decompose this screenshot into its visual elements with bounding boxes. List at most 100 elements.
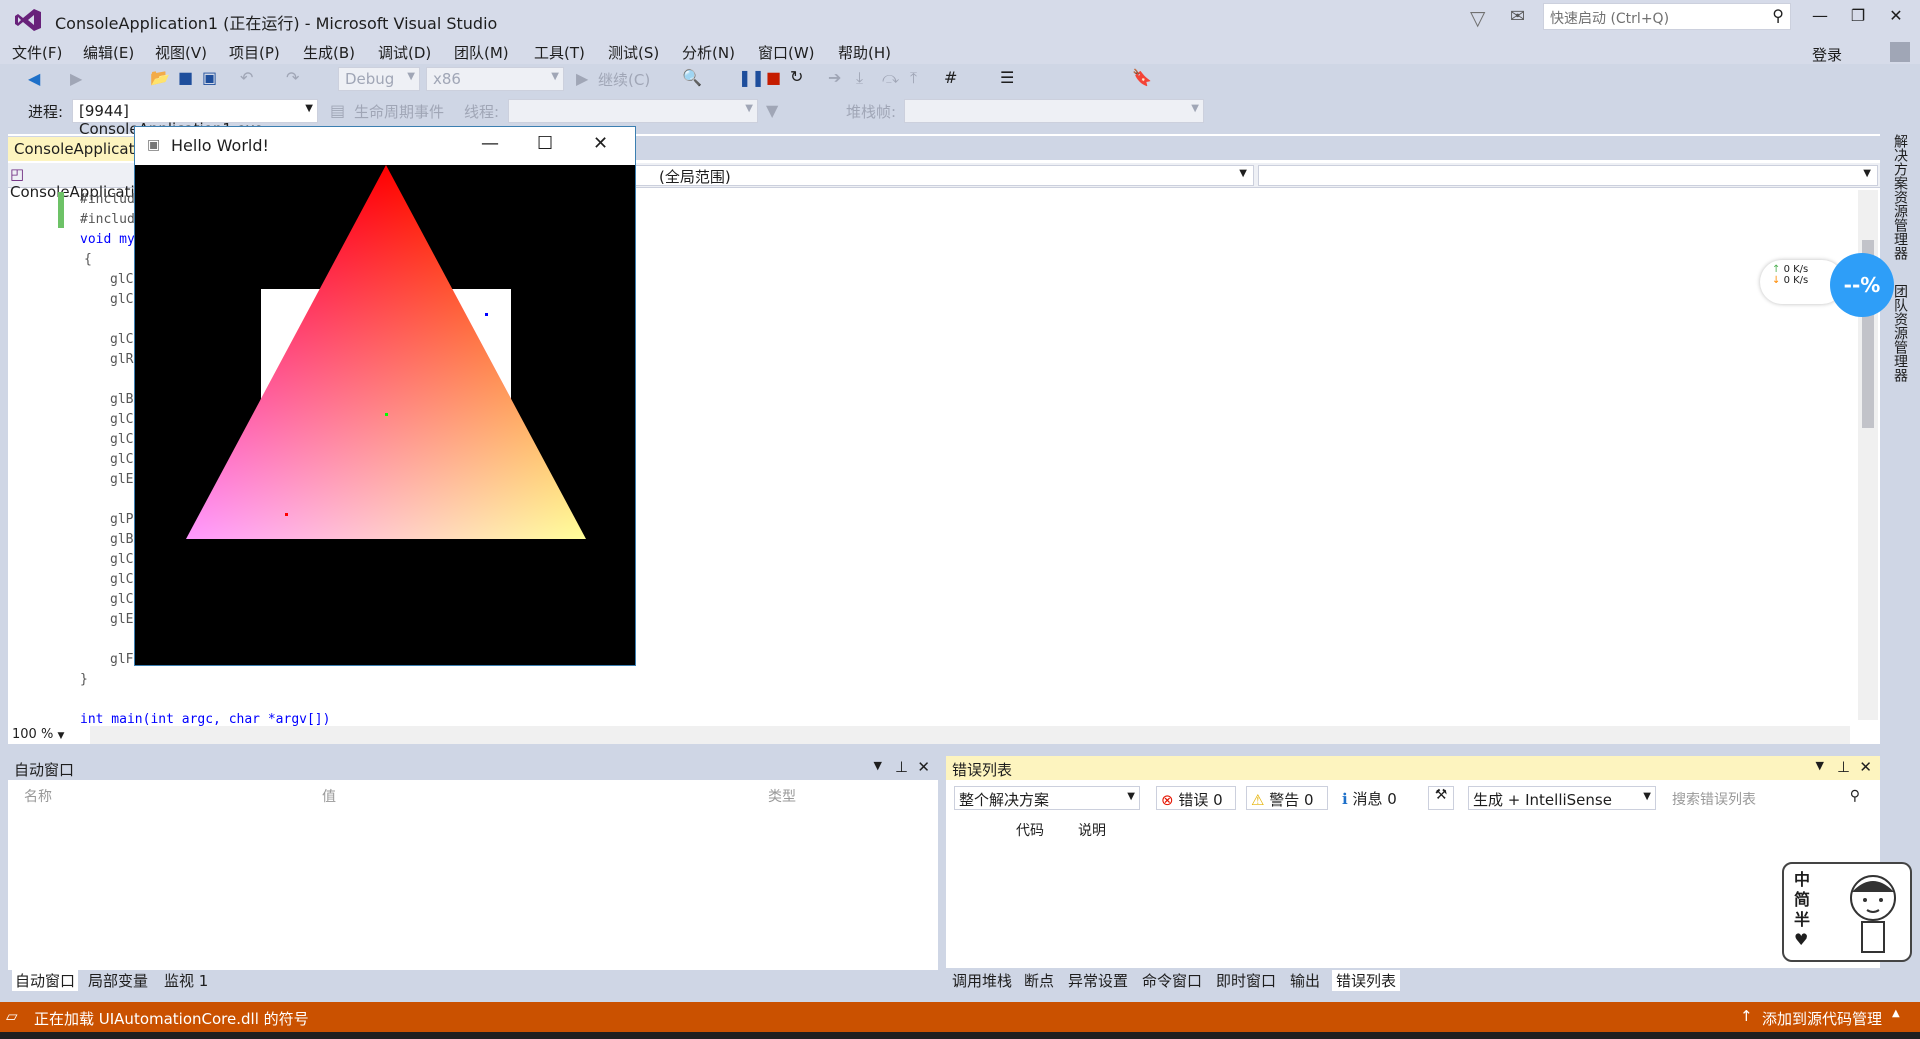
flag-filter-icon[interactable]: ▼ — [766, 101, 778, 120]
account-avatar-icon[interactable] — [1890, 42, 1910, 62]
pane-menu-icon[interactable]: ▼ — [874, 759, 882, 772]
step-out-icon[interactable]: ⤒ — [910, 68, 917, 88]
team-explorer-tab[interactable]: 团队资源管理器 — [1890, 284, 1910, 382]
thread-select[interactable]: ▼ — [508, 99, 758, 123]
code-line[interactable]: glC — [110, 272, 133, 287]
continue-icon[interactable]: ▶ — [576, 69, 588, 88]
platform-select[interactable]: x86 ▼ — [426, 67, 564, 91]
pin-icon[interactable]: ⊥ — [895, 758, 908, 776]
menu-window[interactable]: 窗口(W) — [758, 42, 815, 63]
code-line[interactable]: glE — [110, 612, 133, 627]
code-line[interactable]: #includ — [80, 212, 135, 227]
scope-select[interactable]: (全局范围) ▼ — [634, 165, 1254, 186]
input-method-sticker[interactable]: 中 简 半 ♥ — [1782, 862, 1912, 962]
notification-filter-icon[interactable]: ▽ — [1470, 6, 1485, 30]
stack-frame-select[interactable]: ▼ — [904, 99, 1204, 123]
restore-button[interactable]: ❐ — [1838, 6, 1878, 32]
error-search-input[interactable]: 搜索错误列表 ⚲ — [1668, 786, 1874, 810]
restart-icon[interactable]: ↻ — [790, 67, 803, 86]
show-next-statement-icon[interactable]: ➔ — [828, 68, 841, 87]
code-line-main[interactable]: int main(int argc, char *argv[]) — [80, 712, 330, 727]
forward-icon[interactable]: ▶ — [70, 69, 82, 88]
menu-edit[interactable]: 编辑(E) — [83, 42, 134, 63]
code-line[interactable]: glF — [110, 652, 133, 667]
menu-help[interactable]: 帮助(H) — [838, 42, 891, 63]
save-icon[interactable]: ■ — [178, 68, 193, 87]
menu-build[interactable]: 生成(B) — [303, 42, 355, 63]
close-icon[interactable]: ✕ — [1859, 758, 1872, 776]
menu-team[interactable]: 团队(M) — [454, 42, 509, 63]
hello-minimize-button[interactable]: — — [481, 133, 499, 154]
code-line[interactable]: glC — [110, 332, 133, 347]
menu-debug[interactable]: 调试(D) — [378, 42, 431, 63]
tab-watch1[interactable]: 监视 1 — [164, 970, 208, 991]
menu-view[interactable]: 视图(V) — [155, 42, 207, 63]
back-icon[interactable]: ◀ — [28, 69, 40, 88]
tab-command-window[interactable]: 命令窗口 — [1142, 970, 1202, 991]
col-description[interactable]: 说明 — [1078, 820, 1106, 840]
code-line[interactable]: glC — [110, 412, 133, 427]
menu-file[interactable]: 文件(F) — [12, 42, 62, 63]
code-line[interactable]: #includ — [80, 192, 135, 207]
tab-output[interactable]: 输出 — [1290, 970, 1320, 991]
code-line[interactable]: } — [80, 672, 88, 687]
save-all-icon[interactable]: ▣ — [202, 68, 217, 87]
code-line[interactable]: glC — [110, 292, 133, 307]
col-name[interactable]: 名称 — [24, 786, 52, 806]
hello-maximize-button[interactable]: ☐ — [537, 133, 553, 154]
network-monitor-ball[interactable]: --% — [1830, 253, 1894, 317]
code-line[interactable]: glC — [110, 432, 133, 447]
col-code[interactable]: 代码 — [1016, 820, 1044, 840]
code-line[interactable]: glR — [110, 352, 133, 367]
find-icon[interactable]: 🔍 — [682, 68, 702, 87]
feedback-icon[interactable]: ✉ — [1510, 6, 1525, 27]
pane-menu-icon[interactable]: ▼ — [1816, 759, 1824, 772]
open-file-icon[interactable]: 📂 — [150, 68, 170, 87]
sign-in-link[interactable]: 登录 — [1812, 44, 1842, 65]
code-line[interactable]: glC — [110, 452, 133, 467]
build-source-select[interactable]: 生成 + IntelliSense ▼ — [1468, 786, 1656, 810]
tab-locals[interactable]: 局部变量 — [88, 970, 148, 991]
stop-debugging-icon[interactable]: ■ — [766, 68, 781, 87]
code-line[interactable]: glB — [110, 392, 133, 407]
step-over-icon[interactable]: ⤼ — [882, 68, 899, 88]
close-icon[interactable]: ✕ — [917, 758, 930, 776]
tab-call-stack[interactable]: 调用堆栈 — [952, 970, 1012, 991]
filter-build-icon[interactable]: ⚒ — [1428, 786, 1454, 810]
errors-filter-button[interactable]: ⊗ 错误 0 — [1156, 786, 1236, 810]
horizontal-scrollbar[interactable] — [90, 726, 1850, 744]
break-all-icon[interactable]: ❚❚ — [738, 68, 765, 87]
continue-button[interactable]: 继续(C) — [598, 69, 650, 90]
menu-analyze[interactable]: 分析(N) — [682, 42, 735, 63]
code-line[interactable]: glC — [110, 572, 133, 587]
close-button[interactable]: ✕ — [1876, 6, 1916, 32]
menu-project[interactable]: 项目(P) — [229, 42, 280, 63]
tab-breakpoints[interactable]: 断点 — [1024, 970, 1054, 991]
member-select[interactable]: ▼ — [1258, 165, 1878, 186]
comment-icon[interactable]: ☰ — [1000, 68, 1014, 87]
code-line[interactable]: void my — [80, 232, 135, 247]
col-value[interactable]: 值 — [322, 786, 336, 806]
hello-close-button[interactable]: ✕ — [593, 133, 608, 154]
hello-world-window[interactable]: ▣ Hello World! — ☐ ✕ — [134, 126, 636, 666]
step-into-icon[interactable]: ⤓ — [856, 68, 863, 88]
code-line[interactable]: glB — [110, 532, 133, 547]
solution-explorer-tab[interactable]: 解决方案资源管理器 — [1890, 134, 1910, 260]
opengl-canvas[interactable] — [135, 165, 635, 665]
code-line[interactable]: glP — [110, 512, 133, 527]
code-line[interactable]: { — [84, 252, 92, 267]
add-to-source-control[interactable]: 添加到源代码管理 — [1762, 1008, 1882, 1029]
scope-filter-select[interactable]: 整个解决方案 ▼ — [954, 786, 1140, 810]
messages-filter-button[interactable]: ℹ 消息 0 — [1338, 786, 1420, 810]
bookmark-icon[interactable]: 🔖 — [1132, 68, 1152, 87]
hello-world-title-bar[interactable]: ▣ Hello World! — ☐ ✕ — [135, 127, 635, 165]
warnings-filter-button[interactable]: ⚠ 警告 0 — [1246, 786, 1328, 810]
undo-icon[interactable]: ↶ — [240, 68, 253, 87]
tab-autos[interactable]: 自动窗口 — [12, 970, 79, 991]
lifecycle-events-button[interactable]: 生命周期事件 — [354, 101, 444, 122]
code-line[interactable]: glC — [110, 552, 133, 567]
quick-launch-input[interactable]: 快速启动 (Ctrl+Q) ⚲ — [1543, 3, 1791, 30]
process-select[interactable]: [9944] ConsoleApplication1.exe▼ — [72, 99, 318, 138]
tab-exception-settings[interactable]: 异常设置 — [1068, 970, 1128, 991]
code-line[interactable]: glE — [110, 472, 133, 487]
